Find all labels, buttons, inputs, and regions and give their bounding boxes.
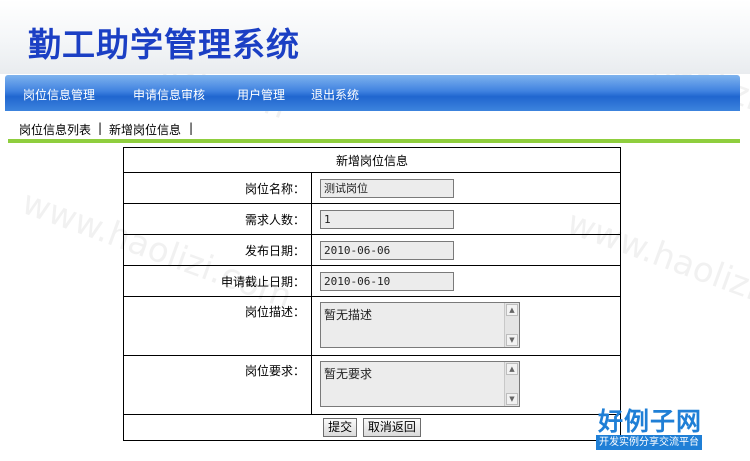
scroll-up-arrow-icon[interactable]: ▲ [506,363,518,375]
job-name-input[interactable] [320,178,454,198]
subnav-separator: | [98,121,103,135]
subnav-add-job[interactable]: 新增岗位信息 [109,121,181,138]
description-label: 岗位描述： [123,296,312,356]
requirements-text: 暂无要求 [324,367,373,381]
app-title: 勤工助学管理系统 [28,25,300,64]
publish-date-label: 发布日期： [123,234,312,266]
sub-nav: 岗位信息列表 | 新增岗位信息 | [8,115,740,143]
requirements-scrollbar[interactable]: ▲ ▼ [504,362,519,406]
publish-date-input[interactable] [320,240,454,260]
description-scrollbar[interactable]: ▲ ▼ [504,303,519,347]
nav-item-application-review[interactable]: 申请信息审核 [133,86,205,103]
job-name-label: 岗位名称： [123,172,312,204]
requirements-textarea[interactable]: 暂无要求 ▲ ▼ [320,361,520,407]
nav-item-user-management[interactable]: 用户管理 [237,86,285,103]
nav-item-logout[interactable]: 退出系统 [311,86,359,103]
subnav-job-list[interactable]: 岗位信息列表 [19,121,91,138]
logo-subtitle: 开发实例分享交流平台 [596,435,702,450]
subnav-separator: | [189,121,194,135]
add-job-form: 新增岗位信息 岗位名称： 需求人数： 发布日期： 申请截止日期： 岗位描述： 暂… [123,147,621,441]
description-text: 暂无描述 [324,308,373,322]
scroll-down-arrow-icon[interactable]: ▼ [506,334,518,346]
deadline-input[interactable] [320,271,454,291]
description-textarea[interactable]: 暂无描述 ▲ ▼ [320,302,520,348]
header: 勤工助学管理系统 [0,0,750,74]
scroll-up-arrow-icon[interactable]: ▲ [506,304,518,316]
requirements-label: 岗位要求： [123,355,312,415]
logo-text: 好例子网 [598,407,703,436]
scroll-down-arrow-icon[interactable]: ▼ [506,393,518,405]
deadline-label: 申请截止日期： [123,265,312,297]
main-nav: 岗位信息管理 申请信息审核 用户管理 退出系统 [5,75,740,111]
site-logo: 好例子网 开发实例分享交流平台 [592,402,722,452]
nav-item-job-management[interactable]: 岗位信息管理 [23,86,95,103]
headcount-input[interactable] [320,209,454,229]
headcount-label: 需求人数： [123,203,312,235]
cancel-button[interactable]: 取消返回 [362,418,421,437]
submit-button[interactable]: 提交 [323,418,358,437]
form-title: 新增岗位信息 [123,147,621,173]
